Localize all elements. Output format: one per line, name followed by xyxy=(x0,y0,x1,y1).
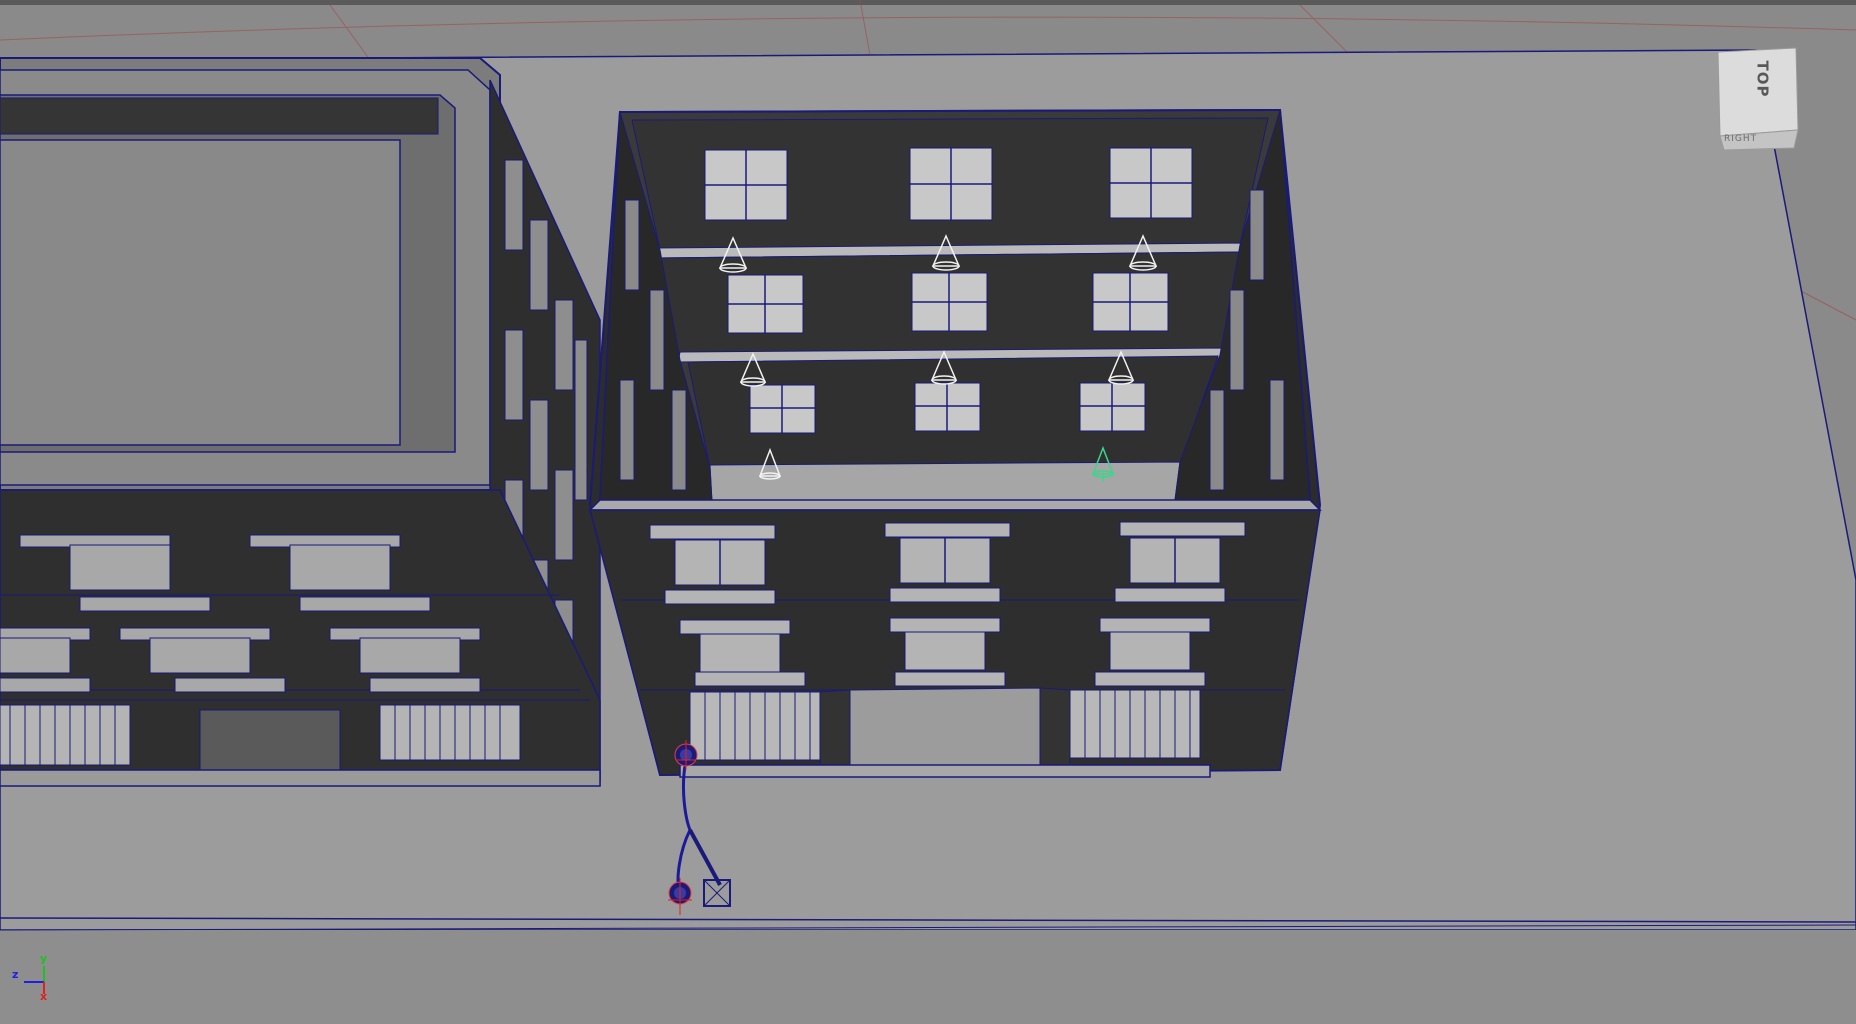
maya-viewport[interactable]: TOP RIGHT y z x xyxy=(0,0,1856,1024)
scene-canvas[interactable] xyxy=(0,0,1856,1024)
view-cube-right-label[interactable]: RIGHT xyxy=(1724,134,1757,144)
view-cube-top-label[interactable]: TOP xyxy=(1753,61,1771,98)
left-building[interactable] xyxy=(0,57,601,787)
axis-x-label: x xyxy=(40,990,48,1003)
axis-gizmo-icon: y z x xyxy=(8,952,58,1006)
right-building[interactable] xyxy=(588,108,1322,778)
axis-y-label: y xyxy=(40,952,48,965)
axis-z-label: z xyxy=(12,968,19,981)
road xyxy=(0,930,1856,1024)
